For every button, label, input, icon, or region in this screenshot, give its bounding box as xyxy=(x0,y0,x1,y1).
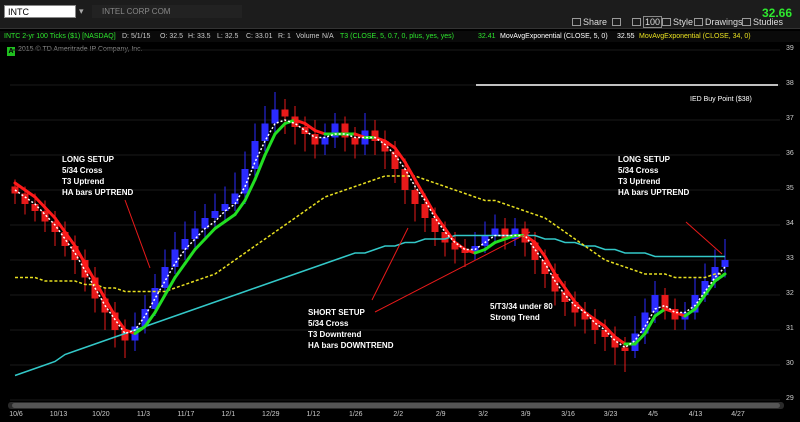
candle-body xyxy=(321,137,329,145)
buy-point-label: IED Buy Point ($38) xyxy=(690,96,752,103)
y-tick-label: 39 xyxy=(786,45,794,52)
t3-segment xyxy=(203,227,217,241)
candle-body xyxy=(651,295,659,313)
candle-body xyxy=(271,109,279,124)
x-tick-label: 10/13 xyxy=(49,411,68,418)
y-tick-label: 31 xyxy=(786,325,794,332)
t3-segment xyxy=(493,237,507,244)
y-tick-label: 38 xyxy=(786,80,794,87)
t3-segment xyxy=(193,237,207,251)
candle-body xyxy=(281,109,289,117)
x-tick-label: 3/2 xyxy=(478,411,489,418)
x-tick-label: 4/5 xyxy=(648,411,658,418)
candle-body xyxy=(491,228,499,236)
long-ma-line xyxy=(14,234,725,377)
x-tick-label: 3/16 xyxy=(561,411,575,418)
annotation-arrow xyxy=(124,199,151,269)
long-setup-right-note: LONG SETUP 5/34 Cross T3 Uptrend HA bars… xyxy=(618,155,690,197)
x-tick-label: 10/6 xyxy=(9,411,23,418)
horizontal-scrollbar[interactable] xyxy=(8,402,784,409)
annotation-arrow xyxy=(685,221,723,255)
t3-segment xyxy=(223,213,237,223)
strong-trend-note: 5/T3/34 under 80 Strong Trend xyxy=(490,302,553,322)
x-tick-label: 10/20 xyxy=(92,411,110,418)
candle-body xyxy=(261,123,269,141)
x-tick-label: 11/17 xyxy=(177,411,195,418)
candle-body xyxy=(411,190,419,204)
x-tick-label: 4/27 xyxy=(731,411,745,418)
x-tick-label: 2/2 xyxy=(393,411,404,418)
candle-body xyxy=(181,239,189,250)
scrollbar-thumb[interactable] xyxy=(12,403,780,408)
candle-body xyxy=(621,347,629,351)
y-tick-label: 32 xyxy=(786,290,794,297)
candle-body xyxy=(721,260,729,267)
candle-body xyxy=(171,249,179,267)
long-setup-left-note: LONG SETUP 5/34 Cross T3 Uptrend HA bars… xyxy=(62,155,134,197)
candle-body xyxy=(391,151,399,169)
x-tick-label: 3/9 xyxy=(520,411,531,418)
y-tick-label: 33 xyxy=(786,255,794,262)
annotation-arrow xyxy=(371,227,409,301)
x-tick-label: 11/3 xyxy=(136,411,150,418)
t3-segment xyxy=(183,248,197,265)
x-tick-label: 4/13 xyxy=(688,411,703,418)
y-tick-label: 37 xyxy=(786,115,794,122)
y-tick-label: 35 xyxy=(786,185,794,192)
candle-body xyxy=(211,211,219,218)
x-tick-label: 1/26 xyxy=(348,411,363,418)
t3-segment xyxy=(273,122,287,136)
t3-segment xyxy=(313,129,327,136)
x-tick-label: 1/12 xyxy=(306,411,321,418)
y-tick-label: 34 xyxy=(786,220,794,227)
candle-body xyxy=(351,137,359,145)
price-chart[interactable] xyxy=(0,0,800,422)
short-setup-note: SHORT SETUP 5/34 Cross T3 Downtrend HA b… xyxy=(308,308,394,350)
candle-body xyxy=(221,204,229,211)
candle-body xyxy=(161,267,169,288)
x-tick-label: 2/9 xyxy=(435,411,446,418)
x-tick-label: 12/29 xyxy=(262,411,280,418)
y-tick-label: 30 xyxy=(786,360,794,367)
x-tick-label: 12/1 xyxy=(221,411,236,418)
x-tick-label: 3/23 xyxy=(603,411,618,418)
y-tick-label: 29 xyxy=(786,395,794,402)
y-tick-label: 36 xyxy=(786,150,794,157)
candle-body xyxy=(251,141,259,169)
